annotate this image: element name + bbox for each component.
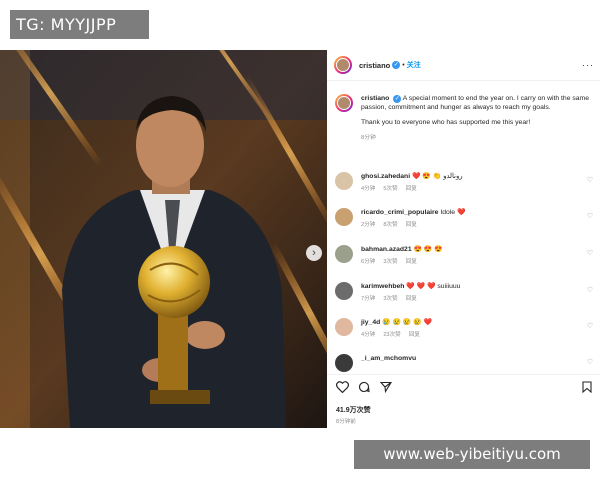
reply-button[interactable]: 回复 bbox=[409, 332, 420, 338]
caption-time: 8分钟 bbox=[361, 134, 376, 141]
post-header: cristiano ✓ • 关注 ··· bbox=[327, 50, 600, 81]
follow-button[interactable]: 关注 bbox=[407, 60, 421, 70]
commenter-username[interactable]: karimwehbeh bbox=[361, 283, 404, 290]
comment-time: 4分钟 bbox=[361, 332, 376, 338]
comment-time: 2分钟 bbox=[361, 222, 376, 228]
post-side-panel: cristiano ✓ • 关注 ··· cristiano ✓ A speci… bbox=[327, 50, 600, 429]
post-time: 8分钟前 bbox=[336, 419, 356, 425]
comment-icon[interactable] bbox=[358, 381, 370, 393]
comment-time: 4分钟 bbox=[361, 186, 376, 192]
commenter-avatar[interactable] bbox=[335, 208, 353, 226]
commenter-username[interactable]: bahman.azad21 bbox=[361, 246, 412, 253]
caption-username[interactable]: cristiano bbox=[361, 95, 389, 102]
like-icon[interactable] bbox=[336, 381, 349, 393]
like-comment-icon[interactable]: ♡ bbox=[587, 249, 593, 257]
share-icon[interactable] bbox=[380, 381, 392, 393]
commenter-avatar[interactable] bbox=[335, 282, 353, 300]
comment-likes[interactable]: 8次赞 bbox=[383, 222, 397, 228]
verified-icon: ✓ bbox=[393, 95, 402, 103]
reply-button[interactable]: 回复 bbox=[406, 222, 417, 228]
commenter-username[interactable]: _i_am_mchomvu bbox=[361, 355, 416, 362]
comment-text: Idole ❤️ bbox=[440, 209, 466, 216]
reply-button[interactable]: 回复 bbox=[406, 259, 417, 265]
like-comment-icon[interactable]: ♡ bbox=[587, 322, 593, 330]
comment-text: 😢 😢 😢 😢 ❤️ bbox=[382, 319, 433, 326]
likes-count[interactable]: 41.9万次赞 bbox=[336, 405, 371, 415]
reply-button[interactable]: 回复 bbox=[406, 296, 417, 302]
comment-item: bahman.azad21 😍 😍 😍 6分钟 3次赞 回复 ♡ bbox=[335, 245, 593, 265]
comment-item: jiy_4d 😢 😢 😢 😢 ❤️ 4分钟 23次赞 回复 ♡ bbox=[335, 318, 593, 338]
comment-likes[interactable]: 3次赞 bbox=[383, 259, 397, 265]
commenter-avatar[interactable] bbox=[335, 245, 353, 263]
post-photo: › bbox=[0, 50, 327, 428]
commenter-avatar[interactable] bbox=[335, 318, 353, 336]
watermark-bottom: www.web-yibeitiyu.com bbox=[354, 440, 590, 469]
post-actions: 41.9万次赞 8分钟前 bbox=[327, 374, 600, 429]
instagram-post: › cristiano ✓ • 关注 ··· cristiano ✓ A spe… bbox=[0, 50, 600, 429]
comment-item: karimwehbeh ❤️ ❤️ ❤️ suiiiuuu 7分钟 3次赞 回复 ♡ bbox=[335, 282, 593, 302]
comment-time: 7分钟 bbox=[361, 296, 376, 302]
author-avatar[interactable] bbox=[334, 56, 352, 74]
more-icon[interactable]: ··· bbox=[582, 60, 594, 70]
like-comment-icon[interactable]: ♡ bbox=[587, 358, 593, 366]
commenter-username[interactable]: jiy_4d bbox=[361, 319, 380, 326]
comment-likes[interactable]: 5次赞 bbox=[383, 186, 397, 192]
commenter-username[interactable]: ghosi.zahedani bbox=[361, 173, 410, 180]
like-comment-icon[interactable]: ♡ bbox=[587, 286, 593, 294]
comment-likes[interactable]: 23次赞 bbox=[383, 332, 400, 338]
caption-avatar[interactable] bbox=[335, 94, 353, 112]
post-caption: cristiano ✓ A special moment to end the … bbox=[335, 94, 593, 143]
comment-item: ricardo_crimi_populaire Idole ❤️ 2分钟 8次赞 回… bbox=[335, 208, 593, 228]
next-photo-button[interactable]: › bbox=[306, 245, 322, 261]
commenter-avatar[interactable] bbox=[335, 172, 353, 190]
comment-text: 😍 😍 😍 bbox=[413, 246, 443, 253]
comment-item: ghosi.zahedani ❤️ 😍 👏 رونالدو 4分钟 5次赞 回复 ♡ bbox=[335, 172, 593, 192]
like-comment-icon[interactable]: ♡ bbox=[587, 212, 593, 220]
commenter-username[interactable]: ricardo_crimi_populaire bbox=[361, 209, 438, 216]
verified-icon: ✓ bbox=[392, 61, 401, 69]
reply-button[interactable]: 回复 bbox=[406, 186, 417, 192]
comment-text: ❤️ 😍 👏 رونالدو bbox=[412, 173, 463, 180]
watermark-top: TG: MYYJJPP bbox=[10, 10, 149, 39]
like-comment-icon[interactable]: ♡ bbox=[587, 176, 593, 184]
comment-likes[interactable]: 3次赞 bbox=[383, 296, 397, 302]
separator-dot: • bbox=[402, 61, 405, 69]
comment-time: 6分钟 bbox=[361, 259, 376, 265]
commenter-avatar[interactable] bbox=[335, 354, 353, 372]
photo-illustration bbox=[0, 50, 327, 428]
save-icon[interactable] bbox=[582, 381, 592, 393]
comment-text: ❤️ ❤️ ❤️ suiiiuuu bbox=[406, 283, 461, 290]
comment-item: _i_am_mchomvu ♡ bbox=[335, 354, 593, 372]
caption-thanks: Thank you to everyone who has supported … bbox=[361, 119, 531, 127]
author-username[interactable]: cristiano bbox=[359, 61, 390, 70]
